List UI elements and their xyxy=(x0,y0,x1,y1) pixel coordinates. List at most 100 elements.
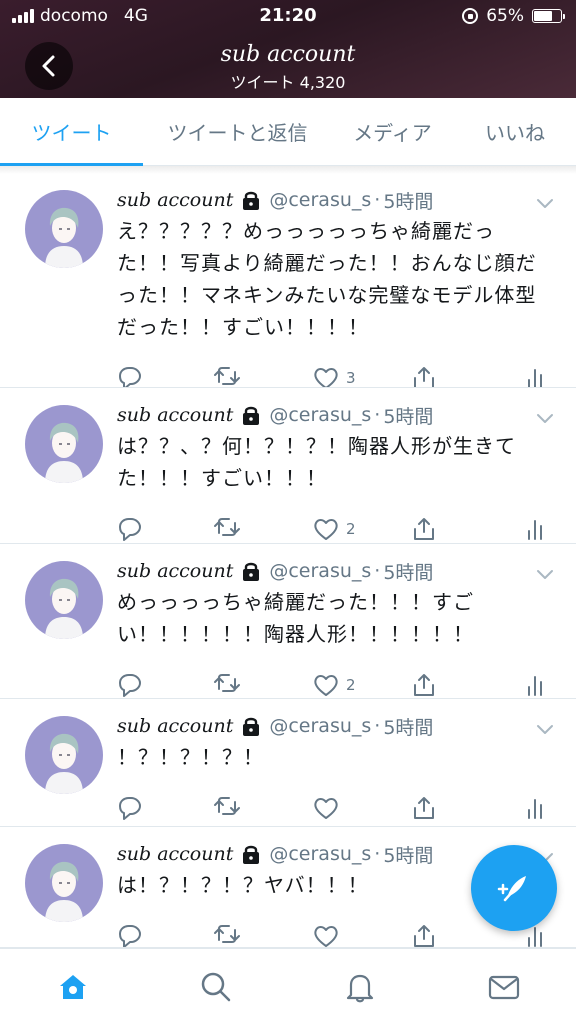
tweet-text: めっっっっちゃ綺麗だった！！！すご い！！！！！！陶器人形！！！！！！ xyxy=(117,586,537,650)
avatar-illustration xyxy=(45,733,83,794)
tweet-text-line: った！！マネキンみたいな完璧なモデル体型 xyxy=(117,283,537,307)
nav-home[interactable] xyxy=(53,967,93,1007)
tab-media[interactable]: メディア xyxy=(335,98,450,164)
separator-dot: · xyxy=(374,404,381,426)
share-button[interactable] xyxy=(410,364,438,387)
heart-icon xyxy=(314,926,338,947)
display-name[interactable]: sub account xyxy=(117,189,233,211)
tweet-text-line: だった！！すごい！！！！ xyxy=(117,315,369,339)
tweet-menu-button[interactable] xyxy=(536,567,554,581)
like-button[interactable] xyxy=(312,922,346,947)
analytics-button[interactable] xyxy=(523,515,551,543)
nav-messages[interactable] xyxy=(484,967,524,1007)
tweet-timestamp[interactable]: 5時間 xyxy=(383,402,433,429)
tweet-count: ツイート 4,320 xyxy=(230,73,346,92)
user-handle[interactable]: @cerasu_s xyxy=(269,715,371,737)
reply-icon xyxy=(119,518,141,541)
tweet-card[interactable]: sub account @cerasu_s · 5時間 めっっっっちゃ綺麗だった！！！す… xyxy=(0,545,576,699)
like-button[interactable]: 2 xyxy=(312,671,356,698)
tweet-text-line: は？？、？何！？！？！陶器人形が生きて xyxy=(117,434,516,458)
reply-button[interactable] xyxy=(116,515,144,543)
tweet-menu-button[interactable] xyxy=(536,722,554,736)
display-name[interactable]: sub account xyxy=(117,843,233,865)
avatar[interactable] xyxy=(25,561,103,639)
search-icon xyxy=(201,972,231,1002)
tweet-text: ！？！？！？！ xyxy=(117,741,537,773)
tweet-menu-button[interactable] xyxy=(536,411,554,425)
tab-likes[interactable]: いいね xyxy=(470,98,560,164)
user-handle[interactable]: @cerasu_s xyxy=(269,560,371,582)
tab-tweets[interactable]: ツイート xyxy=(0,98,143,164)
tweet-timestamp[interactable]: 5時間 xyxy=(383,558,433,585)
tweet-timestamp[interactable]: 5時間 xyxy=(383,187,433,214)
display-name[interactable]: sub account xyxy=(117,715,233,737)
battery-icon xyxy=(532,9,565,23)
avatar[interactable] xyxy=(25,844,103,922)
user-handle[interactable]: @cerasu_s xyxy=(269,189,371,211)
tweet-timestamp[interactable]: 5時間 xyxy=(383,841,433,868)
like-count: 3 xyxy=(346,369,356,387)
tweet-text-line: ！？！？！？！ xyxy=(117,745,264,769)
tweet-timestamp[interactable]: 5時間 xyxy=(383,713,433,740)
compose-button[interactable] xyxy=(471,845,557,931)
analytics-icon xyxy=(528,369,542,387)
retweet-button[interactable] xyxy=(212,515,240,543)
share-button[interactable] xyxy=(410,922,438,947)
tab-tweets-and-replies[interactable]: ツイートと返信 xyxy=(150,98,325,164)
tweet-text-line: めっっっっちゃ綺麗だった！！！すご xyxy=(117,590,474,614)
tweet-header: sub account @cerasu_s · 5時間 xyxy=(117,713,433,739)
display-name[interactable]: sub account xyxy=(117,404,233,426)
retweet-icon xyxy=(214,367,240,385)
nav-notifications[interactable] xyxy=(340,967,380,1007)
retweet-button[interactable] xyxy=(212,364,240,387)
avatar[interactable] xyxy=(25,716,103,794)
lock-icon xyxy=(243,406,260,425)
analytics-icon xyxy=(528,520,542,540)
retweet-button[interactable] xyxy=(212,671,240,698)
retweet-button[interactable] xyxy=(212,922,240,947)
display-name[interactable]: sub account xyxy=(117,560,233,582)
page-title: sub account xyxy=(220,42,356,67)
avatar[interactable] xyxy=(25,190,103,268)
reply-icon xyxy=(119,367,141,387)
reply-button[interactable] xyxy=(116,364,144,387)
like-button[interactable]: 3 xyxy=(312,364,356,387)
share-button[interactable] xyxy=(410,794,438,822)
tweet-text: は？？、？何！？！？！陶器人形が生きて た！！！すごい！！！ xyxy=(117,430,537,494)
tweet-text-line: い！！！！！！陶器人形！！！！！！ xyxy=(117,622,474,646)
retweet-icon xyxy=(214,674,240,692)
avatar[interactable] xyxy=(25,405,103,483)
bottom-nav xyxy=(0,948,576,1024)
reply-icon xyxy=(119,925,141,947)
heart-icon xyxy=(314,675,338,696)
chevron-down-icon xyxy=(537,570,553,579)
analytics-button[interactable] xyxy=(523,794,551,822)
heart-icon xyxy=(314,368,338,387)
like-count: 2 xyxy=(346,520,356,538)
tweet-text-line: た！！写真より綺麗だった！！おんなじ顔だ xyxy=(117,251,537,275)
user-handle[interactable]: @cerasu_s xyxy=(269,404,371,426)
analytics-button[interactable] xyxy=(523,364,551,387)
nav-search[interactable] xyxy=(196,967,236,1007)
reply-button[interactable] xyxy=(116,794,144,822)
tweet-header: sub account @cerasu_s · 5時間 xyxy=(117,558,433,584)
tweet-card[interactable]: sub account @cerasu_s · 5時間 え？？？？？めっっっっっちゃ綺麗… xyxy=(0,174,576,388)
like-button[interactable] xyxy=(312,794,346,822)
reply-button[interactable] xyxy=(116,671,144,698)
home-icon xyxy=(60,975,86,999)
avatar-illustration xyxy=(45,861,83,922)
tweet-menu-button[interactable] xyxy=(536,196,554,210)
tweet-card[interactable]: sub account @cerasu_s · 5時間 は？？、？何！？！？！陶器人形が… xyxy=(0,389,576,544)
envelope-icon xyxy=(488,975,520,1000)
tweet-card[interactable]: sub account @cerasu_s · 5時間 ！？！？！？！ xyxy=(0,700,576,827)
analytics-button[interactable] xyxy=(523,671,551,698)
retweet-button[interactable] xyxy=(212,794,240,822)
reply-button[interactable] xyxy=(116,922,144,947)
share-icon xyxy=(414,518,434,540)
share-button[interactable] xyxy=(410,671,438,698)
avatar-illustration xyxy=(45,207,83,268)
like-button[interactable]: 2 xyxy=(312,515,356,543)
avatar-illustration xyxy=(45,578,83,639)
user-handle[interactable]: @cerasu_s xyxy=(269,843,371,865)
share-button[interactable] xyxy=(410,515,438,543)
